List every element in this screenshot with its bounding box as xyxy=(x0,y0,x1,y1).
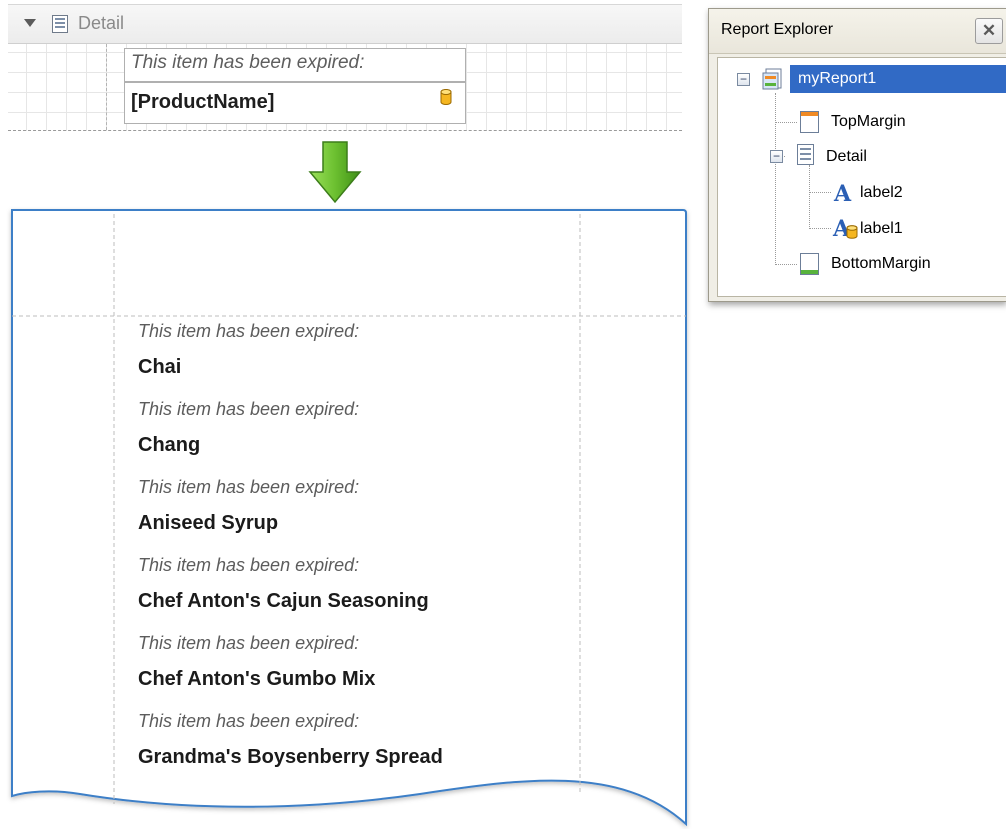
preview-product-name: Chef Anton's Cajun Seasoning xyxy=(138,590,429,612)
tree-item-label: Detail xyxy=(826,148,867,165)
preview-product-name: Grandma's Boysenberry Spread xyxy=(138,746,443,768)
report-explorer-title: Report Explorer xyxy=(721,21,834,38)
report-designer-detail-band: Detail This item has been expired: [Prod… xyxy=(8,4,682,131)
report-explorer-panel: Report Explorer ✕ − myReport1 TopMargin … xyxy=(708,8,1006,302)
preview-caption: This item has been expired: xyxy=(138,321,360,341)
preview-caption: This item has been expired: xyxy=(138,477,360,497)
tree-item-label: myReport1 xyxy=(798,70,877,87)
bound-label-icon: A xyxy=(832,216,858,241)
tree-item-label: label1 xyxy=(860,220,903,237)
top-margin-icon xyxy=(800,111,819,133)
report-icon xyxy=(762,68,782,90)
detail-band-icon xyxy=(52,15,68,33)
tree-line xyxy=(775,93,776,265)
detail-band-header[interactable]: Detail xyxy=(8,4,682,44)
data-binding-icon xyxy=(440,89,452,105)
collapse-root-icon[interactable]: − xyxy=(737,73,750,86)
report-tree: − myReport1 TopMargin − Detail A label2 … xyxy=(717,57,1006,297)
tree-line xyxy=(809,165,810,229)
bottom-margin-icon xyxy=(800,253,819,275)
margin-guide-left xyxy=(106,44,107,130)
preview-product-name: Chai xyxy=(138,356,182,378)
tree-item-label: TopMargin xyxy=(831,113,906,130)
label-control-icon: A xyxy=(833,181,852,204)
collapse-triangle-icon[interactable] xyxy=(24,19,36,27)
tree-line xyxy=(775,122,797,123)
label2-control[interactable]: This item has been expired: xyxy=(124,48,466,82)
tree-line xyxy=(809,228,831,229)
preview-caption: This item has been expired: xyxy=(138,399,360,419)
down-arrow-icon xyxy=(308,141,362,204)
preview-caption: This item has been expired: xyxy=(138,633,360,653)
detail-band-icon xyxy=(797,144,814,165)
tree-item-label: label2 xyxy=(860,184,903,201)
preview-product-name: Chef Anton's Gumbo Mix xyxy=(138,668,376,690)
svg-text:A: A xyxy=(833,181,852,204)
close-icon[interactable]: ✕ xyxy=(975,18,1003,44)
collapse-detail-icon[interactable]: − xyxy=(770,150,783,163)
tree-line xyxy=(775,264,797,265)
preview-caption: This item has been expired: xyxy=(138,711,360,731)
detail-band-label: Detail xyxy=(78,13,125,33)
report-explorer-header: Report Explorer ✕ xyxy=(709,9,1006,54)
print-preview-page xyxy=(11,209,687,827)
tree-item-label: BottomMargin xyxy=(831,255,931,272)
label1-control[interactable]: [ProductName] xyxy=(124,82,466,124)
preview-product-name: Aniseed Syrup xyxy=(138,512,279,534)
preview-product-name: Chang xyxy=(138,434,201,456)
preview-caption: This item has been expired: xyxy=(138,555,360,575)
tree-line xyxy=(809,192,831,193)
